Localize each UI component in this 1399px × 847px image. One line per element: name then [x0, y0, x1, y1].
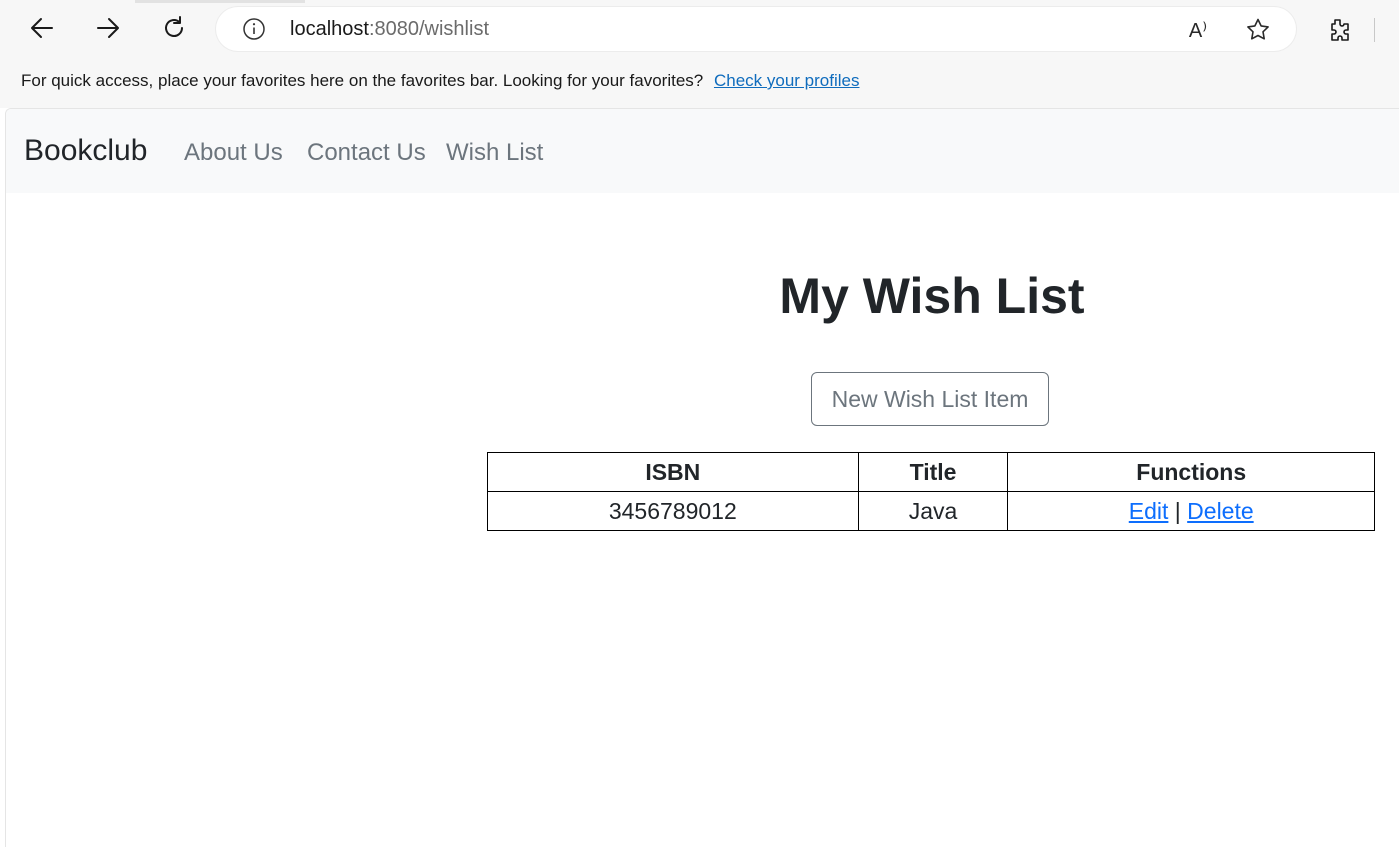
isbn-cell: 3456789012	[487, 491, 859, 531]
nav-link-wish-list[interactable]: Wish List	[446, 139, 543, 167]
site-navbar: Bookclub About Us Contact Us Wish List	[6, 109, 1399, 193]
toolbar-divider	[1374, 18, 1375, 42]
refresh-icon	[161, 15, 187, 41]
extensions-icon[interactable]	[1322, 14, 1354, 46]
forward-button[interactable]	[88, 8, 128, 48]
page-title-container: My Wish List	[6, 267, 1399, 325]
favorites-bar-message: For quick access, place your favorites h…	[21, 71, 704, 90]
back-button[interactable]	[22, 8, 62, 48]
check-profiles-link[interactable]: Check your profiles	[714, 71, 860, 90]
wish-list-table: ISBN Title Functions 3456789012 Java Edi…	[487, 452, 1375, 531]
page-viewport: Bookclub About Us Contact Us Wish List M…	[5, 108, 1399, 847]
brand-link[interactable]: Bookclub	[24, 134, 147, 168]
table-header-row: ISBN Title Functions	[487, 452, 1375, 492]
edit-link[interactable]: Edit	[1129, 498, 1169, 524]
new-wish-list-item-button[interactable]: New Wish List Item	[811, 372, 1049, 426]
url-text[interactable]: localhost:8080/wishlist	[290, 18, 489, 41]
browser-chrome: localhost:8080/wishlist A⁾ For quick acc…	[0, 0, 1399, 108]
title-cell: Java	[857, 491, 1009, 531]
column-header-title: Title	[857, 452, 1009, 492]
table-row: 3456789012 Java Edit | Delete	[487, 491, 1375, 531]
forward-arrow-icon	[95, 15, 121, 41]
delete-link[interactable]: Delete	[1187, 498, 1253, 524]
back-arrow-icon	[29, 15, 55, 41]
column-header-isbn: ISBN	[487, 452, 859, 492]
page-title: My Wish List	[779, 268, 1085, 324]
nav-link-contact-us[interactable]: Contact Us	[307, 139, 426, 167]
functions-cell: Edit | Delete	[1007, 491, 1375, 531]
favorites-bar: For quick access, place your favorites h…	[21, 71, 859, 91]
info-icon[interactable]	[242, 17, 266, 41]
refresh-button[interactable]	[154, 8, 194, 48]
read-aloud-icon[interactable]: A⁾	[1184, 16, 1212, 44]
favorite-star-icon[interactable]	[1244, 16, 1272, 44]
link-separator: |	[1174, 497, 1181, 524]
url-path: :8080/wishlist	[368, 18, 489, 40]
active-tab-indicator	[135, 0, 305, 3]
url-host: localhost	[290, 18, 369, 40]
column-header-functions: Functions	[1007, 452, 1375, 492]
address-bar[interactable]: localhost:8080/wishlist A⁾	[216, 7, 1296, 51]
nav-link-about-us[interactable]: About Us	[184, 139, 283, 167]
